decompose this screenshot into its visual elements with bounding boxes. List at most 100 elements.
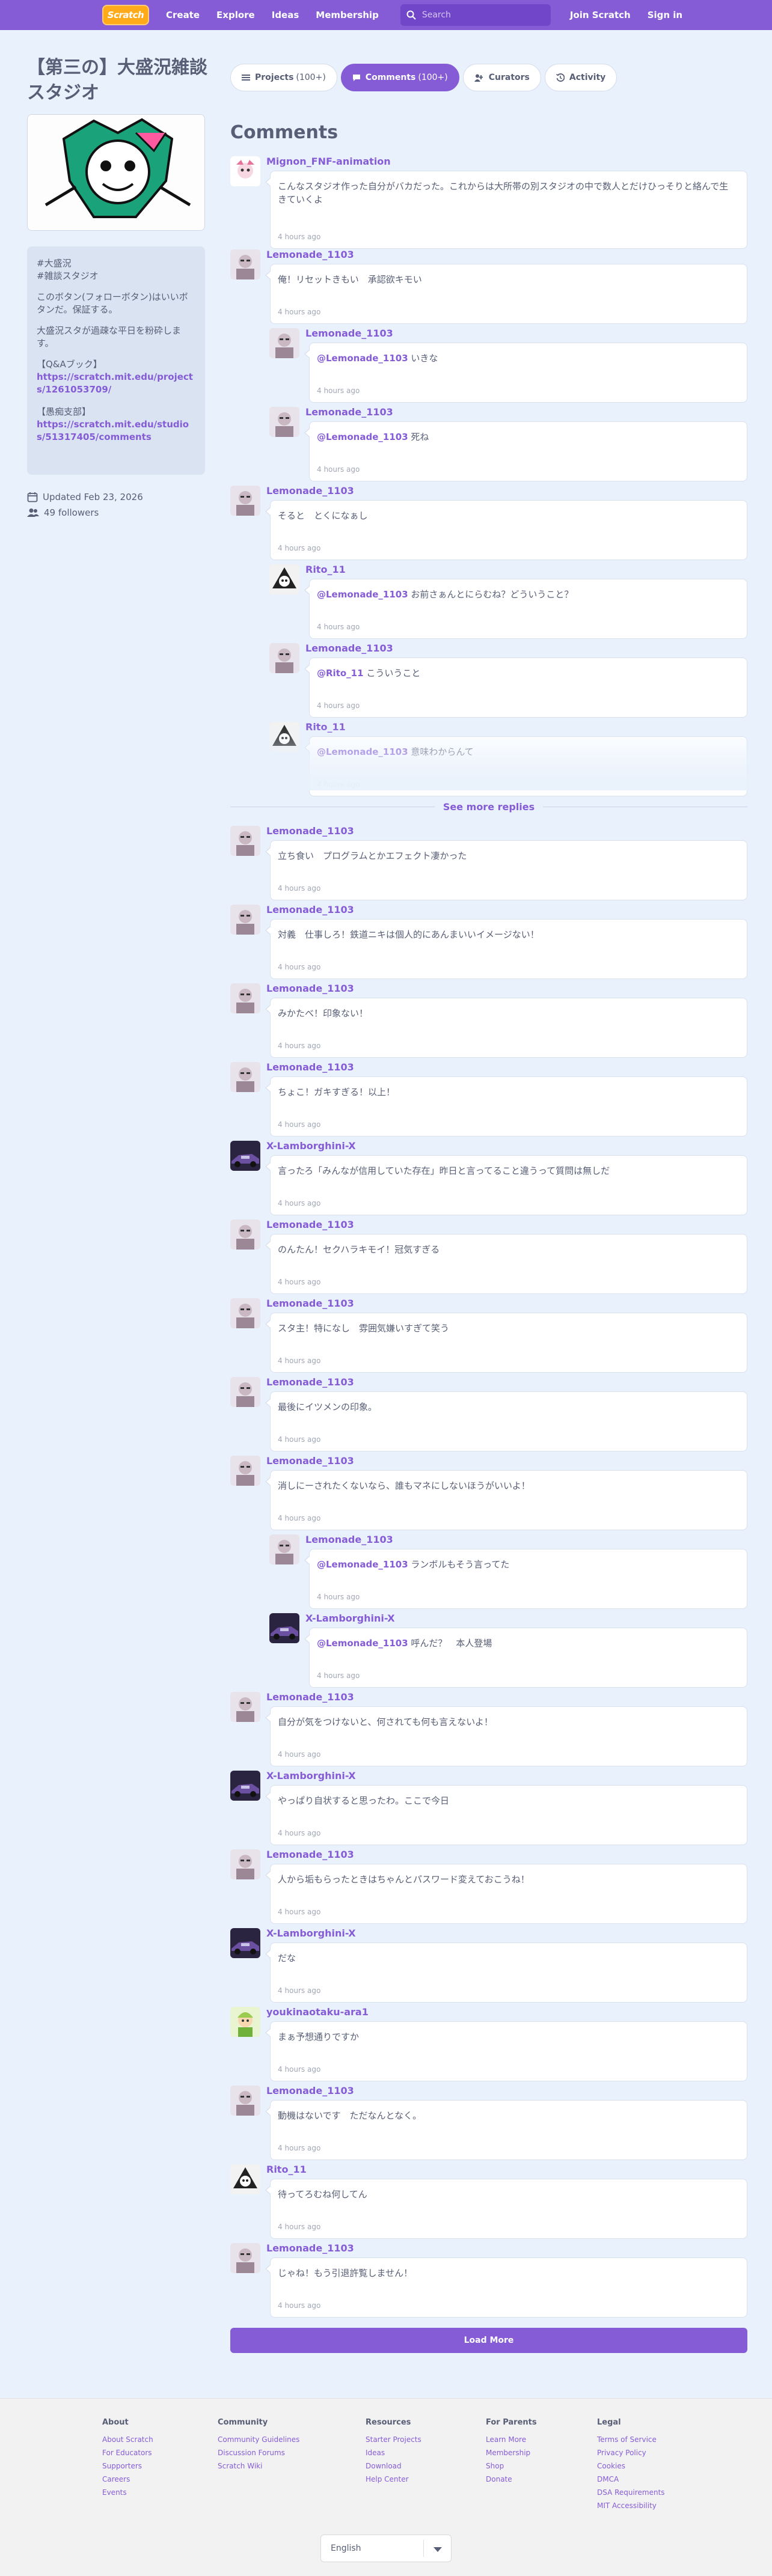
followers-icon xyxy=(27,508,39,517)
comment-mention[interactable]: @Lemonade_1103 xyxy=(317,589,408,600)
avatar[interactable] xyxy=(269,643,299,673)
avatar[interactable] xyxy=(230,1849,260,1879)
footer-link[interactable]: Terms of Service xyxy=(597,2435,665,2444)
comment-username[interactable]: Lemonade_1103 xyxy=(266,2085,354,2096)
comment-username[interactable]: Lemonade_1103 xyxy=(266,485,354,496)
comment-username[interactable]: Lemonade_1103 xyxy=(305,1534,393,1545)
footer-link[interactable]: Cookies xyxy=(597,2462,665,2470)
comment-username[interactable]: Lemonade_1103 xyxy=(266,1061,354,1073)
footer-link[interactable]: Careers xyxy=(102,2475,153,2483)
comment-mention[interactable]: @Lemonade_1103 xyxy=(317,432,408,442)
avatar[interactable] xyxy=(269,564,299,594)
comment-mention[interactable]: @Lemonade_1103 xyxy=(317,353,408,364)
footer-link[interactable]: Privacy Policy xyxy=(597,2449,665,2457)
see-more-replies-label[interactable]: See more replies xyxy=(443,801,535,813)
nav-membership-link[interactable]: Membership xyxy=(316,10,379,20)
footer-link[interactable]: For Educators xyxy=(102,2449,153,2457)
footer-link[interactable]: MIT Accessibility xyxy=(597,2501,665,2510)
comment-username[interactable]: Lemonade_1103 xyxy=(266,2242,354,2254)
footer-link[interactable]: Supporters xyxy=(102,2462,153,2470)
avatar[interactable] xyxy=(269,1613,299,1643)
load-more-button[interactable]: Load More xyxy=(230,2328,747,2353)
comment-username[interactable]: Lemonade_1103 xyxy=(266,1455,354,1467)
tab-comments[interactable]: Comments (100+) xyxy=(340,64,459,91)
avatar[interactable] xyxy=(230,1928,260,1958)
avatar[interactable] xyxy=(230,1298,260,1328)
comment-username[interactable]: X-Lamborghini-X xyxy=(305,1613,395,1624)
comment-username[interactable]: Rito_11 xyxy=(266,2164,307,2175)
comment-username[interactable]: Lemonade_1103 xyxy=(305,328,393,339)
footer-link[interactable]: About Scratch xyxy=(102,2435,153,2444)
comment-username[interactable]: Lemonade_1103 xyxy=(266,1298,354,1309)
footer-link[interactable]: Learn More xyxy=(486,2435,537,2444)
avatar[interactable] xyxy=(269,1534,299,1564)
avatar[interactable] xyxy=(230,2164,260,2194)
footer-link[interactable]: Starter Projects xyxy=(366,2435,421,2444)
comment-username[interactable]: Lemonade_1103 xyxy=(266,1219,354,1230)
qa-book-link[interactable]: https://scratch.mit.edu/projects/1261053… xyxy=(37,371,193,395)
comment-username[interactable]: Rito_11 xyxy=(305,564,346,575)
avatar[interactable] xyxy=(230,1062,260,1092)
comment-username[interactable]: Lemonade_1103 xyxy=(305,406,393,418)
avatar[interactable] xyxy=(230,1377,260,1407)
comment-username[interactable]: Lemonade_1103 xyxy=(266,983,354,994)
see-more-replies[interactable]: See more replies xyxy=(230,799,747,814)
footer-link[interactable]: Ideas xyxy=(366,2449,421,2457)
footer-link[interactable]: Membership xyxy=(486,2449,537,2457)
footer-link[interactable]: Discussion Forums xyxy=(218,2449,299,2457)
tab-activity[interactable]: Activity xyxy=(544,64,617,91)
avatar[interactable] xyxy=(230,826,260,856)
footer-link[interactable]: Shop xyxy=(486,2462,537,2470)
tab-projects[interactable]: Projects (100+) xyxy=(230,64,337,91)
nav-explore-link[interactable]: Explore xyxy=(216,10,255,20)
footer-link[interactable]: Community Guidelines xyxy=(218,2435,299,2444)
comment-username[interactable]: Lemonade_1103 xyxy=(305,642,393,654)
avatar[interactable] xyxy=(230,983,260,1013)
comment-username[interactable]: youkinaotaku-ara1 xyxy=(266,2006,369,2018)
comment-username[interactable]: Lemonade_1103 xyxy=(266,1691,354,1703)
avatar[interactable] xyxy=(230,1771,260,1801)
complaints-studio-link[interactable]: https://scratch.mit.edu/studios/51317405… xyxy=(37,419,189,442)
nav-create-link[interactable]: Create xyxy=(166,10,200,20)
avatar[interactable] xyxy=(230,486,260,516)
comment-username[interactable]: Lemonade_1103 xyxy=(266,249,354,260)
avatar[interactable] xyxy=(230,2243,260,2273)
avatar[interactable] xyxy=(269,407,299,437)
sign-in-link[interactable]: Sign in xyxy=(648,10,682,20)
avatar[interactable] xyxy=(230,2086,260,2116)
avatar[interactable] xyxy=(269,328,299,358)
comment-mention[interactable]: @Lemonade_1103 xyxy=(317,1638,408,1649)
footer-link[interactable]: Events xyxy=(102,2488,153,2497)
comment-username[interactable]: X-Lamborghini-X xyxy=(266,1140,356,1152)
avatar[interactable] xyxy=(230,1456,260,1486)
footer-link[interactable]: Download xyxy=(366,2462,421,2470)
comment-username[interactable]: X-Lamborghini-X xyxy=(266,1770,356,1781)
avatar[interactable] xyxy=(230,905,260,935)
scratch-logo[interactable]: Scratch xyxy=(102,5,149,25)
tab-curators[interactable]: Curators xyxy=(462,64,541,91)
avatar[interactable] xyxy=(230,156,260,186)
comment-mention[interactable]: @Rito_11 xyxy=(317,668,364,679)
avatar[interactable] xyxy=(230,1219,260,1250)
footer-link[interactable]: Donate xyxy=(486,2475,537,2483)
comment-username[interactable]: X-Lamborghini-X xyxy=(266,1927,356,1939)
comment-mention[interactable]: @Lemonade_1103 xyxy=(317,1559,408,1570)
avatar[interactable] xyxy=(230,1692,260,1722)
footer-link[interactable]: DMCA xyxy=(597,2475,665,2483)
join-scratch-link[interactable]: Join Scratch xyxy=(570,10,631,20)
comment-username[interactable]: Mignon_FNF-animation xyxy=(266,156,391,167)
avatar[interactable] xyxy=(230,2007,260,2037)
comment-username[interactable]: Lemonade_1103 xyxy=(266,904,354,915)
comment-text: スタ主！特になし 雰囲気嫌いすぎて笑う xyxy=(278,1322,740,1335)
avatar[interactable] xyxy=(230,249,260,279)
nav-ideas-link[interactable]: Ideas xyxy=(272,10,299,20)
footer-link[interactable]: DSA Requirements xyxy=(597,2488,665,2497)
comment-username[interactable]: Lemonade_1103 xyxy=(266,1849,354,1860)
comment-username[interactable]: Lemonade_1103 xyxy=(266,825,354,837)
avatar[interactable] xyxy=(230,1141,260,1171)
search-input[interactable]: Search xyxy=(400,4,551,26)
footer-link[interactable]: Help Center xyxy=(366,2475,421,2483)
comment-username[interactable]: Lemonade_1103 xyxy=(266,1376,354,1388)
language-select[interactable]: English xyxy=(320,2535,452,2562)
footer-link[interactable]: Scratch Wiki xyxy=(218,2462,299,2470)
